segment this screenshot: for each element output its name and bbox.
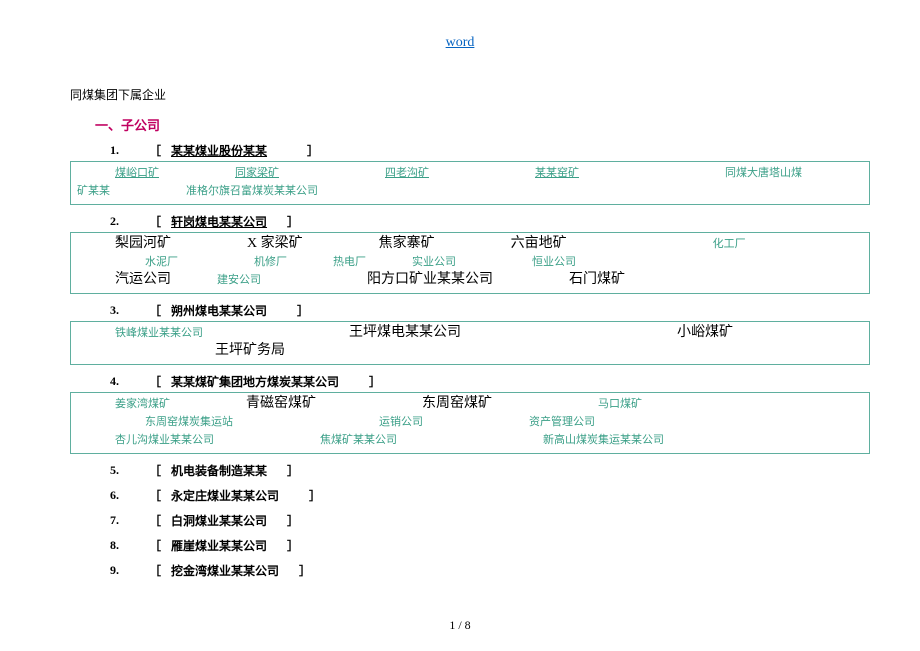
bracket-r: ］	[287, 537, 299, 554]
item: 马口煤矿	[598, 395, 642, 413]
item[interactable]: 煤峪口矿	[115, 164, 159, 182]
item: 王坪矿务局	[215, 342, 285, 360]
item: 阳方口矿业某某公司	[367, 271, 493, 289]
item: 东周窑煤矿	[422, 395, 492, 413]
bracket-r: ］	[287, 512, 299, 529]
bracket-l: ［	[149, 302, 161, 319]
entry-9: 9. ［ 挖金湾煤业某某公司 ］	[110, 562, 920, 579]
item: 六亩地矿	[511, 235, 567, 253]
entry-8: 8. ［ 雁崖煤业某某公司 ］	[110, 537, 920, 554]
entry-2: 2. ［ 轩岗煤电某某公司 ］	[110, 213, 920, 230]
section-heading: 一、子公司	[95, 115, 920, 134]
item: 机修厂	[254, 253, 287, 271]
item: 姜家湾煤矿	[115, 395, 170, 413]
bracket-l: ［	[149, 562, 161, 579]
item: 东周窑煤炭集运站	[145, 413, 233, 431]
bracket-r: ］	[287, 213, 299, 230]
entry-name: 某某煤矿集团地方煤炭某某公司	[171, 373, 339, 390]
entry-3: 3. ［ 朔州煤电某某公司 ］	[110, 302, 920, 319]
bracket-r: ］	[369, 373, 381, 390]
bracket-r: ］	[309, 487, 321, 504]
entry-name: 白洞煤业某某公司	[171, 512, 267, 529]
entry-name[interactable]: 轩岗煤电某某公司	[171, 213, 267, 230]
entry-num: 7.	[110, 513, 119, 528]
entry-name: 朔州煤电某某公司	[171, 302, 267, 319]
item: 汽运公司	[115, 271, 171, 289]
entry-num: 8.	[110, 538, 119, 553]
page-number: 1 / 8	[449, 618, 470, 632]
item: 铁峰煤业某某公司	[115, 324, 203, 342]
bracket-l: ［	[149, 537, 161, 554]
entry-1: 1. ［ 某某煤业股份某某 ］	[110, 142, 920, 159]
entry-num: 2.	[110, 214, 119, 229]
box-2: 梨园河矿 X 家梁矿 焦家寨矿 六亩地矿 化工厂 水泥厂 机修厂 热电厂 实业公…	[70, 232, 870, 294]
entry-num: 6.	[110, 488, 119, 503]
entry-name: 机电装备制造某某	[171, 462, 267, 479]
item: 水泥厂	[145, 253, 178, 271]
bracket-r: ］	[307, 142, 319, 159]
item: 同煤大唐塔山煤	[725, 164, 802, 182]
item: X 家梁矿	[247, 235, 303, 253]
item: 焦家寨矿	[379, 235, 435, 253]
bracket-l: ［	[149, 142, 161, 159]
entry-num: 9.	[110, 563, 119, 578]
header-link[interactable]: word	[0, 0, 920, 86]
entry-6: 6. ［ 永定庄煤业某某公司 ］	[110, 487, 920, 504]
item: 资产管理公司	[529, 413, 595, 431]
entry-num: 4.	[110, 374, 119, 389]
item: 恒业公司	[532, 253, 576, 271]
item[interactable]: 同家梁矿	[235, 164, 279, 182]
page-footer: 1 / 8	[0, 618, 920, 633]
entry-name: 永定庄煤业某某公司	[171, 487, 279, 504]
entry-name: 雁崖煤业某某公司	[171, 537, 267, 554]
item[interactable]: 某某窑矿	[535, 164, 579, 182]
item: 化工厂	[713, 235, 746, 253]
bracket-r: ］	[297, 302, 309, 319]
bracket-l: ［	[149, 462, 161, 479]
item[interactable]: 四老沟矿	[385, 164, 429, 182]
item: 王坪煤电某某公司	[349, 324, 461, 342]
entry-num: 5.	[110, 463, 119, 478]
item: 新高山煤炭集运某某公司	[543, 431, 664, 449]
item: 热电厂	[333, 253, 366, 271]
bracket-r: ］	[287, 462, 299, 479]
item: 杏儿沟煤业某某公司	[115, 431, 214, 449]
item: 小峪煤矿	[677, 324, 733, 342]
bracket-l: ［	[149, 373, 161, 390]
item: 实业公司	[412, 253, 456, 271]
entry-name[interactable]: 某某煤业股份某某	[171, 142, 267, 159]
bracket-l: ［	[149, 512, 161, 529]
item: 焦煤矿某某公司	[320, 431, 397, 449]
item: 石门煤矿	[569, 271, 625, 289]
bracket-r: ］	[299, 562, 311, 579]
box-1: 煤峪口矿 同家梁矿 四老沟矿 某某窑矿 同煤大唐塔山煤 矿某某 准格尔旗召富煤炭…	[70, 161, 870, 205]
page-title: 同煤集团下属企业	[70, 86, 920, 103]
entry-5: 5. ［ 机电装备制造某某 ］	[110, 462, 920, 479]
item: 准格尔旗召富煤炭某某公司	[186, 182, 318, 200]
header-link-text: word	[446, 35, 475, 50]
box-3: 铁峰煤业某某公司 王坪煤电某某公司 小峪煤矿 王坪矿务局	[70, 321, 870, 365]
item: 梨园河矿	[115, 235, 171, 253]
entry-7: 7. ［ 白洞煤业某某公司 ］	[110, 512, 920, 529]
box-4: 姜家湾煤矿 青磁窑煤矿 东周窑煤矿 马口煤矿 东周窑煤炭集运站 运销公司 资产管…	[70, 392, 870, 454]
bracket-l: ［	[149, 213, 161, 230]
entry-name: 挖金湾煤业某某公司	[171, 562, 279, 579]
entry-num: 3.	[110, 303, 119, 318]
item: 建安公司	[217, 271, 261, 289]
item: 矿某某	[77, 182, 110, 200]
bracket-l: ［	[149, 487, 161, 504]
entry-4: 4. ［ 某某煤矿集团地方煤炭某某公司 ］	[110, 373, 920, 390]
entry-num: 1.	[110, 143, 119, 158]
item: 青磁窑煤矿	[246, 395, 316, 413]
item: 运销公司	[379, 413, 423, 431]
